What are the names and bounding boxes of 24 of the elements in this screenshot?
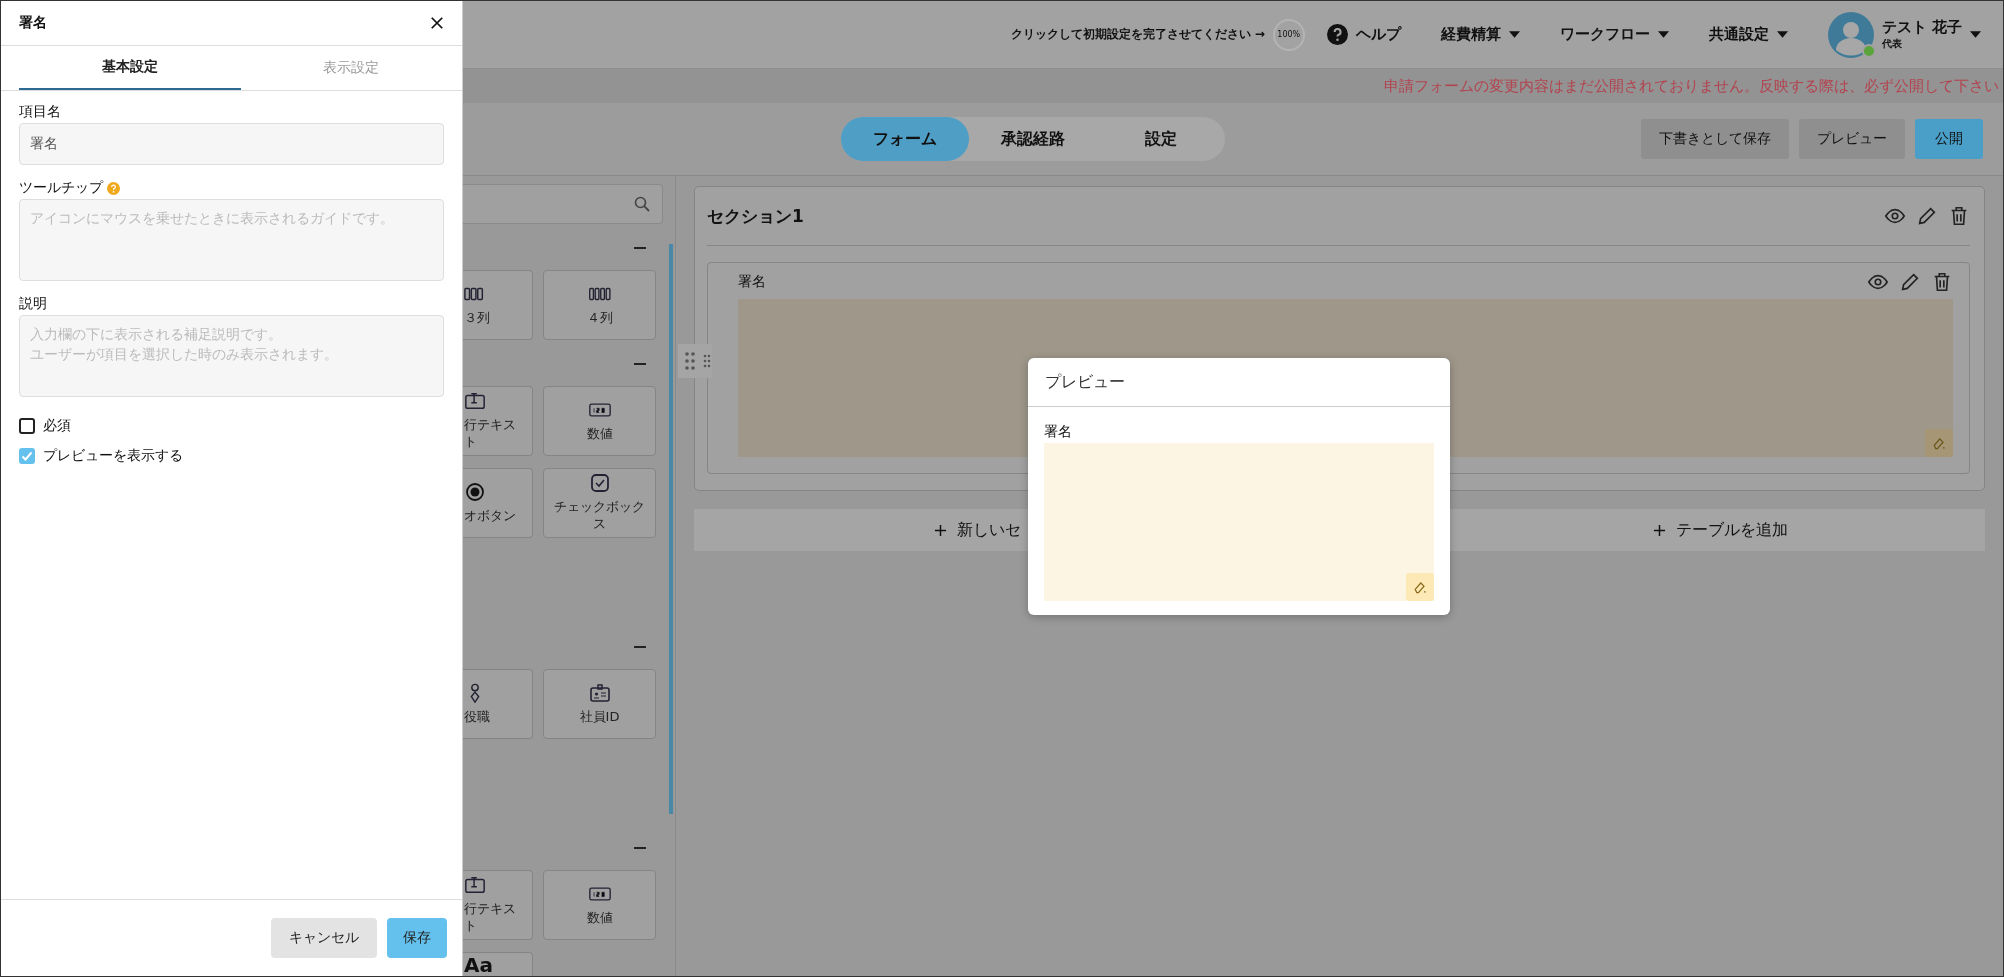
tile-label: ４列: [586, 309, 613, 327]
section-title: セクション1: [707, 204, 804, 228]
tile-label: チェックボックス: [553, 499, 646, 533]
tile-label: ３列: [464, 309, 490, 327]
field-label: 説明: [19, 295, 47, 313]
field-label: 署名: [1044, 423, 1073, 441]
checkbox-label: プレビューを表示する: [43, 447, 183, 465]
tile-label: 数値: [586, 909, 613, 927]
field-label: ツールチップ: [19, 179, 103, 197]
tile-label: 行テキスト: [464, 901, 517, 935]
dialog-title: プレビュー: [1045, 371, 1125, 393]
tile-label: 数値: [586, 425, 613, 443]
unpublished-notice: 申請フォームの変更内容はまだ公開されておりません。反映する際は、必ず公開して下さい: [1384, 76, 1999, 96]
user-role: 代表: [1881, 37, 1903, 51]
tile-label: 行テキスト: [464, 417, 517, 451]
drawer-title: 署名: [19, 14, 47, 32]
field-label: 署名: [738, 273, 766, 291]
checkbox-label: 必須: [43, 417, 71, 435]
progress-indicator: 100%: [1272, 18, 1305, 51]
field-label: 項目名: [19, 103, 61, 121]
tile-label: 社員ID: [579, 708, 620, 726]
tile-label: 役職: [464, 708, 490, 726]
text-icon: Aa: [464, 955, 493, 975]
tile-label: オボタン: [464, 507, 516, 525]
